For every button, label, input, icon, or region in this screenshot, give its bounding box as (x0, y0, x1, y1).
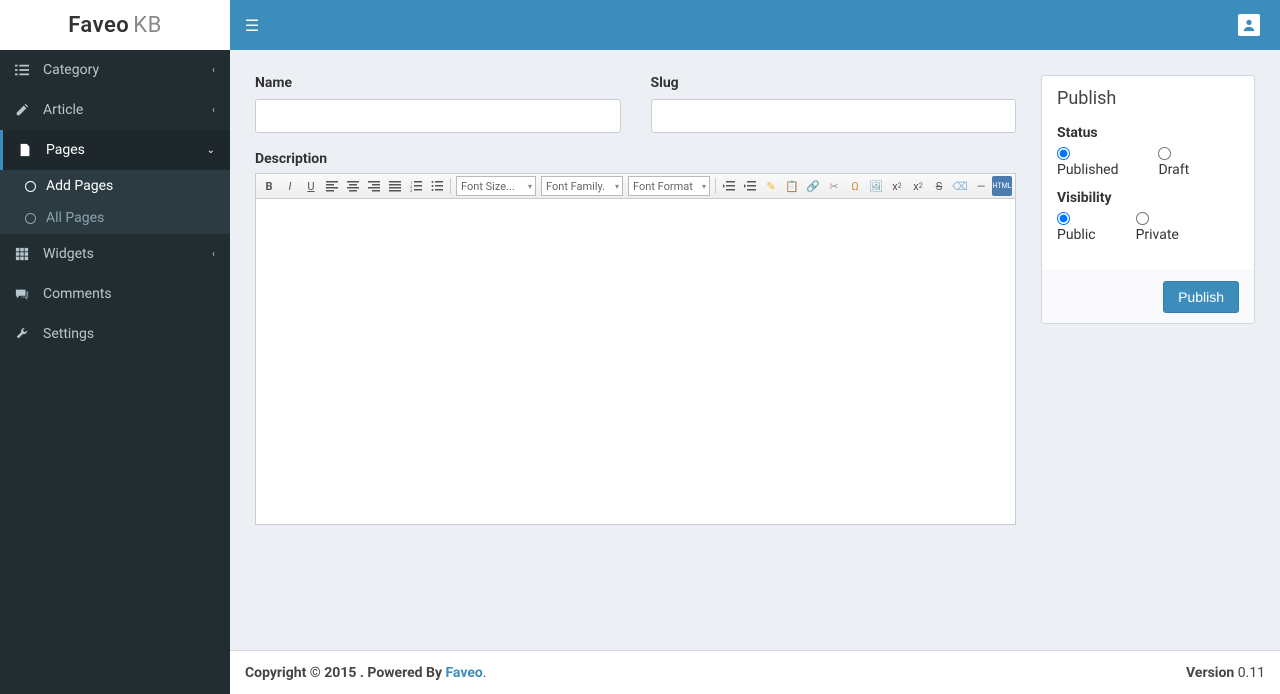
status-draft-label: Draft (1158, 162, 1189, 178)
sidebar-sub-add-pages[interactable]: Add Pages (0, 170, 230, 202)
clear-button[interactable]: ⌫ (950, 176, 970, 196)
ordered-list-button[interactable]: 123 (406, 176, 426, 196)
chevron-left-icon: ‹ (212, 105, 215, 116)
align-justify-button[interactable] (385, 176, 405, 196)
remove-format-button[interactable]: ✎ (761, 176, 781, 196)
sidebar-toggle-button[interactable]: ☰ (230, 0, 274, 50)
sidebar-sub-all-pages[interactable]: All Pages (0, 202, 230, 234)
file-icon (18, 143, 38, 157)
publish-box: Publish Status Published Draft Visibili (1041, 75, 1255, 324)
name-input[interactable] (255, 99, 621, 133)
slug-input[interactable] (651, 99, 1017, 133)
circle-icon (25, 181, 36, 192)
separator (715, 178, 716, 194)
footer-faveo-link[interactable]: Faveo (445, 665, 482, 681)
sidebar-item-label: Category (43, 62, 99, 78)
visibility-private-radio[interactable] (1136, 212, 1149, 225)
status-published-label: Published (1057, 162, 1118, 178)
logo[interactable]: Faveo KB (0, 0, 230, 50)
status-draft-radio[interactable] (1158, 147, 1171, 160)
top-header: Faveo KB ☰ (0, 0, 1280, 50)
footer: Copyright © 2015 . Powered By Faveo. Ver… (230, 650, 1280, 694)
sidebar: Category ‹ Article ‹ Pages ⌄ Add Pages A… (0, 50, 230, 694)
font-size-select[interactable]: Font Size... (456, 176, 536, 196)
sidebar-sub-label: All Pages (46, 210, 104, 226)
header-right (1238, 14, 1260, 36)
sidebar-item-comments[interactable]: Comments (0, 274, 230, 314)
logo-main: Faveo (68, 13, 129, 38)
underline-button[interactable]: U (301, 176, 321, 196)
sidebar-item-label: Comments (43, 286, 112, 302)
status-published-radio[interactable] (1057, 147, 1070, 160)
superscript-button[interactable]: x2 (908, 176, 928, 196)
bold-button[interactable]: B (259, 176, 279, 196)
name-label: Name (255, 75, 621, 91)
user-menu[interactable] (1238, 14, 1260, 36)
comments-icon (15, 287, 35, 301)
chevron-left-icon: ‹ (212, 65, 215, 76)
wrench-icon (15, 327, 35, 341)
sidebar-item-pages[interactable]: Pages ⌄ (0, 130, 230, 170)
description-label: Description (255, 151, 1016, 167)
rich-text-editor: B I U 123 Font Size... Font Family. Font… (255, 173, 1016, 525)
separator (450, 178, 451, 194)
sidebar-item-widgets[interactable]: Widgets ‹ (0, 234, 230, 274)
sidebar-item-settings[interactable]: Settings (0, 314, 230, 354)
chevron-down-icon: ⌄ (207, 145, 215, 156)
align-right-button[interactable] (364, 176, 384, 196)
image-button[interactable]: 🖼 (866, 176, 886, 196)
hamburger-icon: ☰ (245, 16, 259, 35)
slug-label: Slug (651, 75, 1017, 91)
unordered-list-button[interactable] (427, 176, 447, 196)
logo-sub: KB (133, 13, 162, 38)
link-button[interactable]: 🔗 (803, 176, 823, 196)
font-family-select[interactable]: Font Family. (541, 176, 623, 196)
align-center-button[interactable] (343, 176, 363, 196)
sidebar-item-category[interactable]: Category ‹ (0, 50, 230, 90)
indent-button[interactable] (740, 176, 760, 196)
sidebar-item-label: Article (43, 102, 83, 118)
font-format-select[interactable]: Font Format (628, 176, 710, 196)
visibility-public-label: Public (1057, 227, 1096, 243)
circle-icon (25, 213, 36, 224)
source-button[interactable]: HTML (992, 176, 1012, 196)
visibility-public-radio[interactable] (1057, 212, 1070, 225)
main-content: Name Slug Description B I U (230, 50, 1280, 650)
sidebar-sub-label: Add Pages (46, 178, 113, 194)
edit-icon (15, 103, 35, 117)
sidebar-submenu-pages: Add Pages All Pages (0, 170, 230, 234)
unlink-button[interactable]: ✂ (824, 176, 844, 196)
chevron-left-icon: ‹ (212, 249, 215, 260)
subscript-button[interactable]: x2 (887, 176, 907, 196)
special-char-button[interactable]: Ω (845, 176, 865, 196)
footer-version: Version 0.11 (1186, 665, 1265, 681)
footer-copyright: Copyright © 2015 . Powered By Faveo. (245, 665, 487, 681)
outdent-button[interactable] (719, 176, 739, 196)
grid-icon (15, 247, 35, 261)
editor-content[interactable] (256, 199, 1015, 524)
editor-toolbar: B I U 123 Font Size... Font Family. Font… (256, 174, 1015, 199)
align-left-button[interactable] (322, 176, 342, 196)
sidebar-item-label: Pages (46, 142, 85, 158)
publish-button[interactable]: Publish (1163, 281, 1239, 313)
sidebar-item-label: Settings (43, 326, 94, 342)
status-label: Status (1057, 125, 1239, 141)
list-icon (15, 63, 35, 77)
visibility-label: Visibility (1057, 190, 1239, 206)
sidebar-item-article[interactable]: Article ‹ (0, 90, 230, 130)
user-icon (1242, 18, 1256, 32)
hr-button[interactable]: — (971, 176, 991, 196)
svg-text:3: 3 (410, 188, 412, 192)
publish-box-title: Publish (1042, 76, 1254, 121)
paste-button[interactable]: 📋 (782, 176, 802, 196)
italic-button[interactable]: I (280, 176, 300, 196)
strikethrough-button[interactable]: S (929, 176, 949, 196)
visibility-private-label: Private (1136, 227, 1179, 243)
sidebar-item-label: Widgets (43, 246, 94, 262)
